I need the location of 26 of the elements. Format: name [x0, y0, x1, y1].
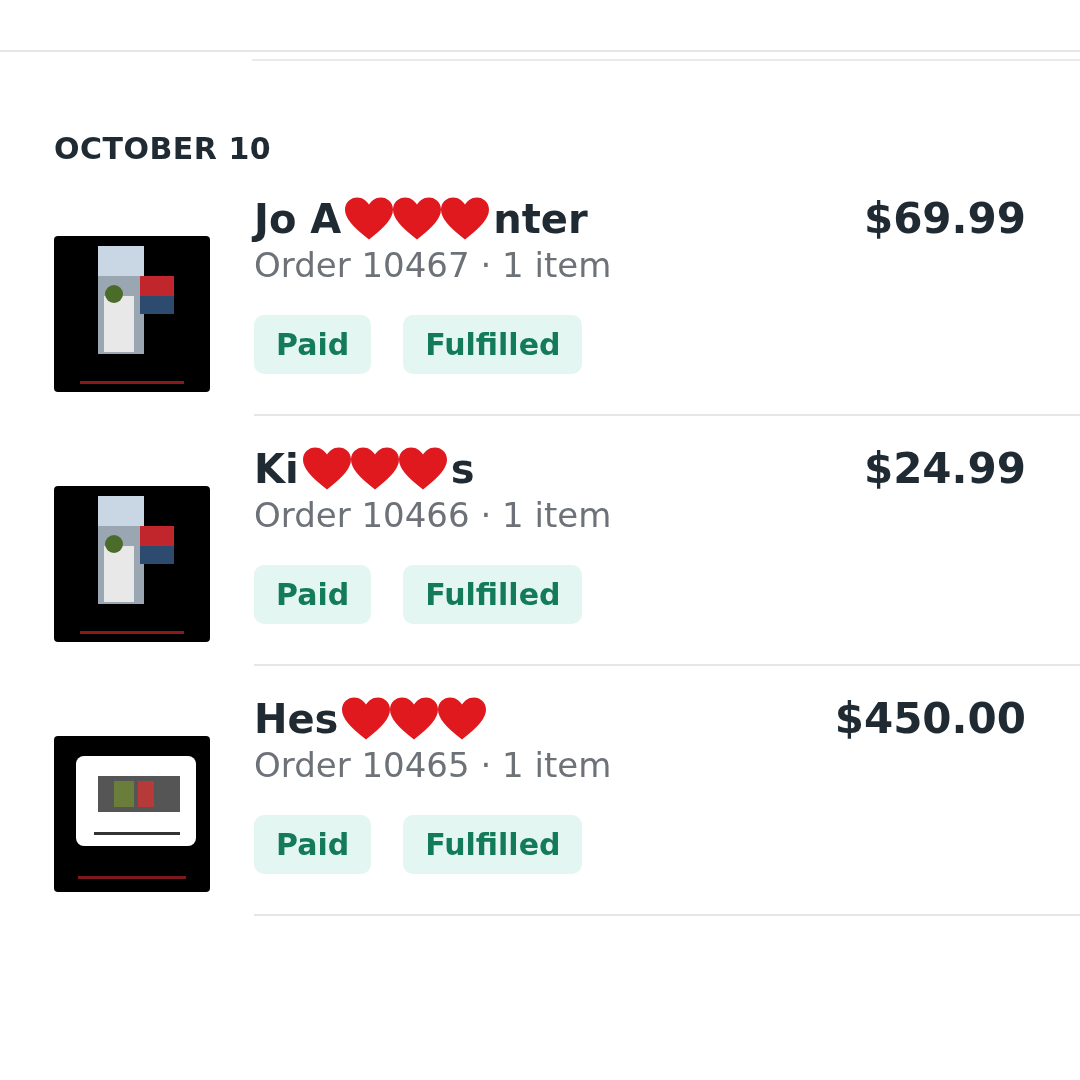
heart-icon: [441, 196, 490, 241]
customer-name: s: [450, 445, 475, 492]
heart-icon: [393, 196, 442, 241]
customer-name: Ki: [254, 445, 299, 492]
heart-icon: [390, 696, 439, 741]
heart-icon: [398, 446, 447, 491]
section-heading: OCTOBER 10: [54, 131, 273, 166]
heart-icon: [350, 446, 399, 491]
heart-icon: [438, 696, 487, 741]
order-total: $450.00: [834, 694, 1026, 743]
heart-icon: [302, 446, 351, 491]
status-badge: Fulfilled: [403, 315, 583, 374]
order-summary: Order 10467 · 1 item: [254, 245, 613, 285]
order-total: $24.99: [863, 444, 1026, 493]
customer-name: Hes: [254, 695, 339, 742]
customer-name: nter: [493, 195, 588, 242]
order-total: $69.99: [863, 194, 1026, 243]
order-summary: Order 10466 · 1 item: [254, 495, 613, 535]
status-badge: Fulfilled: [403, 565, 583, 624]
status-badge: Paid: [254, 815, 372, 874]
status-badge: Paid: [254, 315, 372, 374]
heart-icon: [345, 196, 394, 241]
status-badge: Paid: [254, 565, 372, 624]
status-badge: Fulfilled: [403, 815, 583, 874]
order-summary: Order 10465 · 1 item: [254, 745, 613, 785]
heart-icon: [342, 696, 391, 741]
